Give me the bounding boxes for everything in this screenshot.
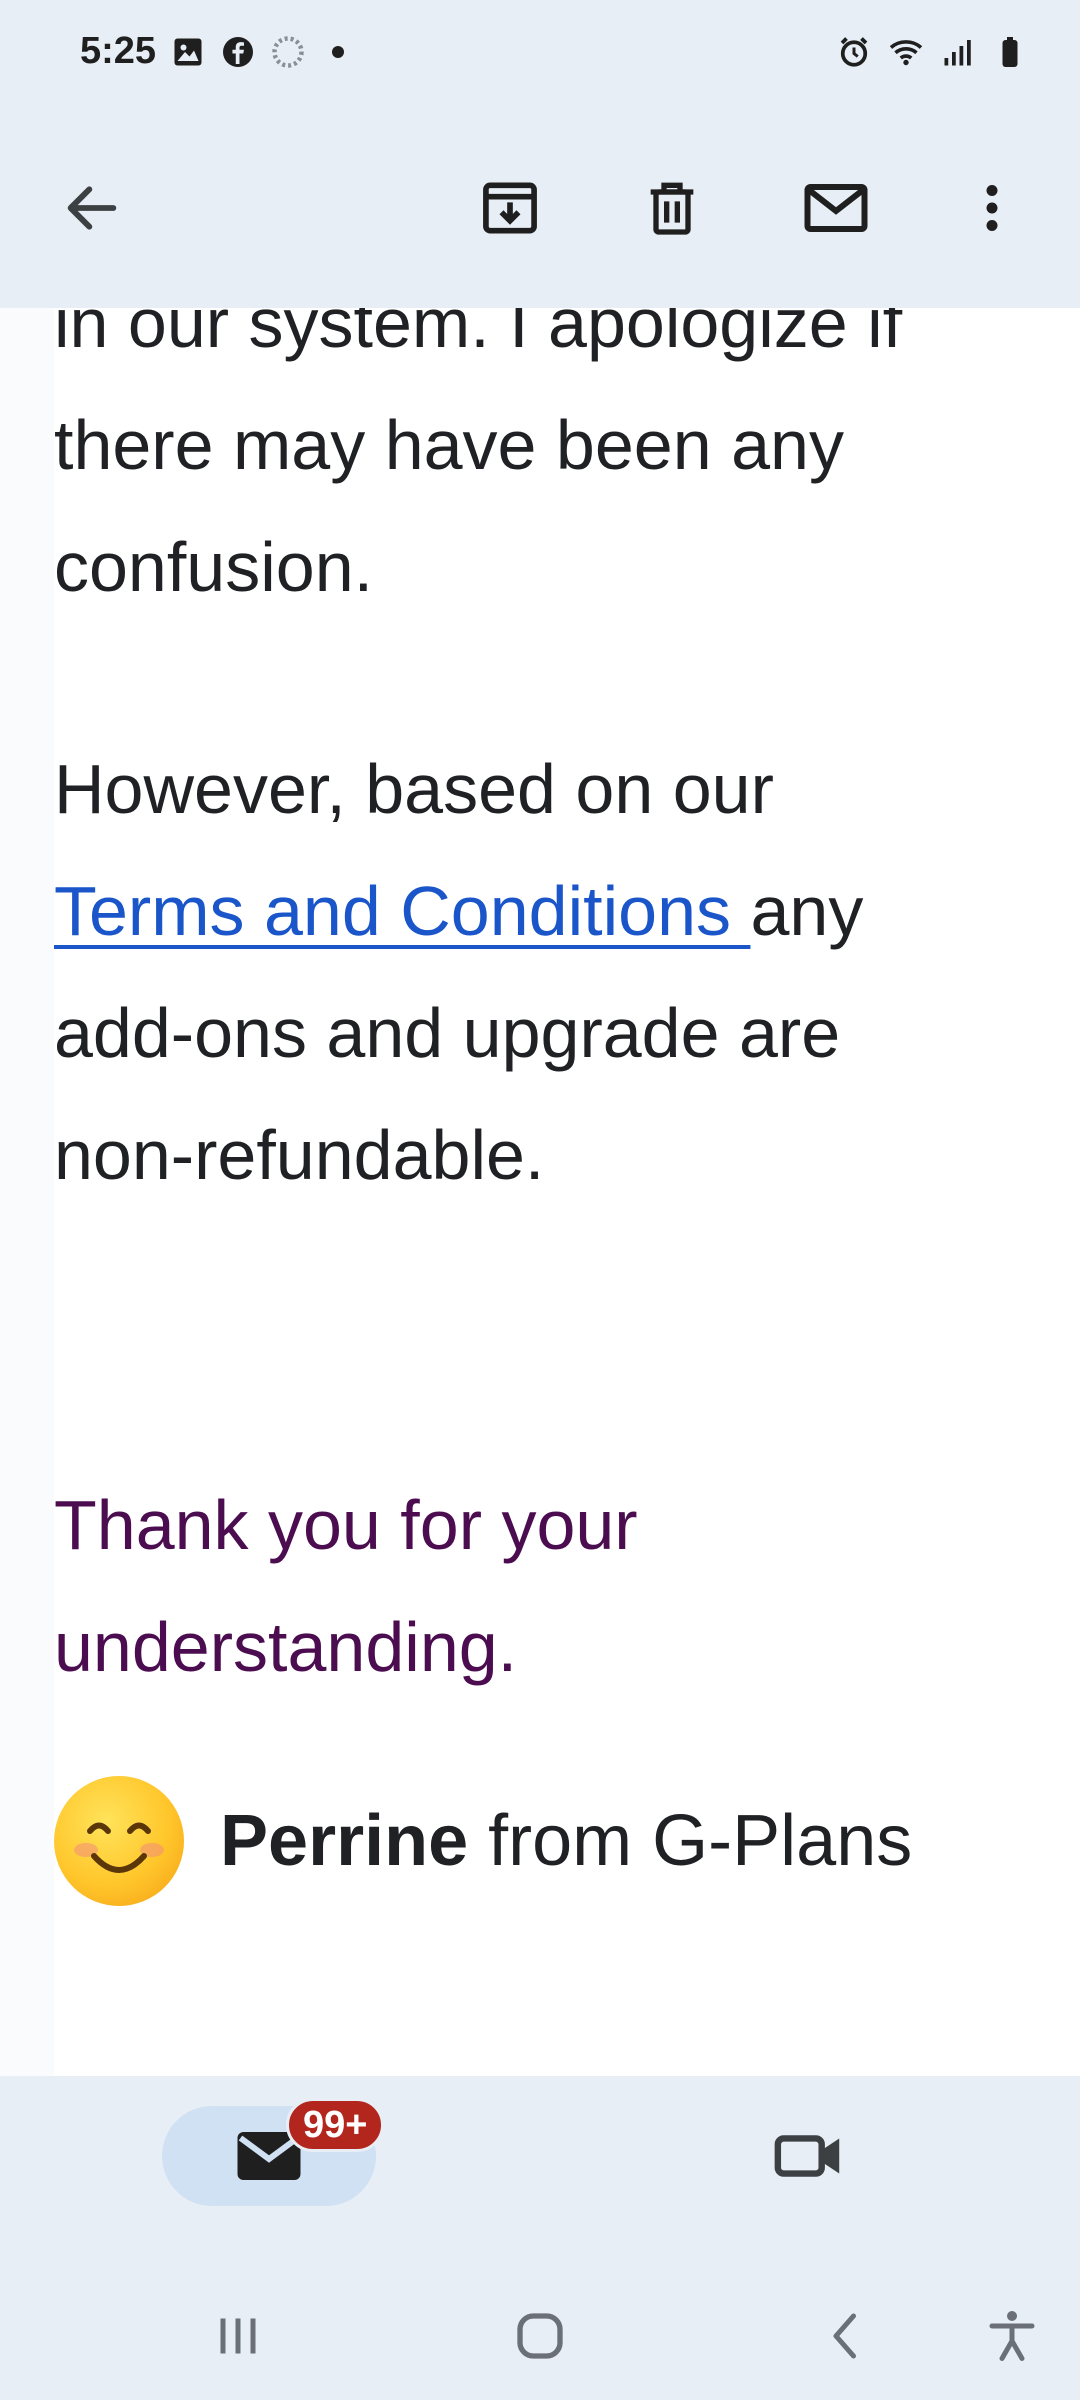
thanks-text: Thank you for your [54,1486,638,1564]
dot-icon [332,46,344,58]
signature: Perrine from G-Plans [54,1776,912,1906]
status-left-icons [170,34,356,70]
more-options-button[interactable] [942,158,1042,258]
more-vert-icon [986,185,998,231]
accessibility-button[interactable] [962,2296,1062,2376]
status-right-icons [836,34,1028,70]
wifi-icon [889,40,923,66]
email-text-line: confusion. [54,528,374,606]
screen: 5:25 in our system. I apologize if there… [0,0,1080,2400]
archive-button[interactable] [460,158,560,258]
signal-icon [944,40,971,66]
email-toolbar [0,108,1080,308]
email-text-line: Terms and Conditions any [54,850,1034,972]
email-text-line: However, based on our [54,750,774,828]
email-text-partial: in our system. I apologize if [54,308,903,362]
recents-button[interactable] [188,2296,288,2376]
email-text-fragment: any [750,872,864,950]
mark-unread-button[interactable] [786,158,886,258]
signature-text: Perrine from G-Plans [220,1800,912,1882]
signature-name: Perrine [220,1801,469,1881]
status-bar: 5:25 [0,0,1080,108]
system-back-button[interactable] [796,2296,896,2376]
mark-unread-icon [804,184,868,232]
email-text-line: add-ons and upgrade are [54,994,841,1072]
email-body: in our system. I apologize if there may … [54,308,1080,2076]
back-button[interactable] [42,158,142,258]
accessibility-icon [989,2311,1035,2361]
video-icon [774,2135,840,2177]
thanks-text: understanding. [54,1608,518,1686]
terms-and-conditions-link[interactable]: Terms and Conditions [54,872,750,950]
unread-count-badge: 99+ [286,2098,385,2152]
tab-meet[interactable] [760,2116,860,2196]
home-button[interactable] [490,2296,590,2376]
loading-icon [272,36,304,68]
home-icon [517,2313,563,2359]
alarm-icon [840,37,868,67]
delete-icon [650,182,694,235]
signature-company: from G-Plans [468,1801,913,1881]
gallery-icon [174,38,202,66]
battery-icon [1002,37,1018,67]
recents-icon [220,2318,256,2354]
smiling-face-emoji [54,1776,184,1906]
bottom-navigation: 99+ [0,2076,1080,2400]
back-arrow-icon [67,186,117,230]
email-body-viewport[interactable]: in our system. I apologize if there may … [0,308,1080,2076]
archive-icon [483,182,537,234]
email-text-line: non-refundable. [54,1116,545,1194]
facebook-icon [223,37,253,67]
back-icon [833,2313,856,2359]
system-navigation-bar [0,2266,1080,2400]
status-time: 5:25 [80,30,157,72]
delete-button[interactable] [622,158,722,258]
email-text-line: there may have been any [54,406,844,484]
